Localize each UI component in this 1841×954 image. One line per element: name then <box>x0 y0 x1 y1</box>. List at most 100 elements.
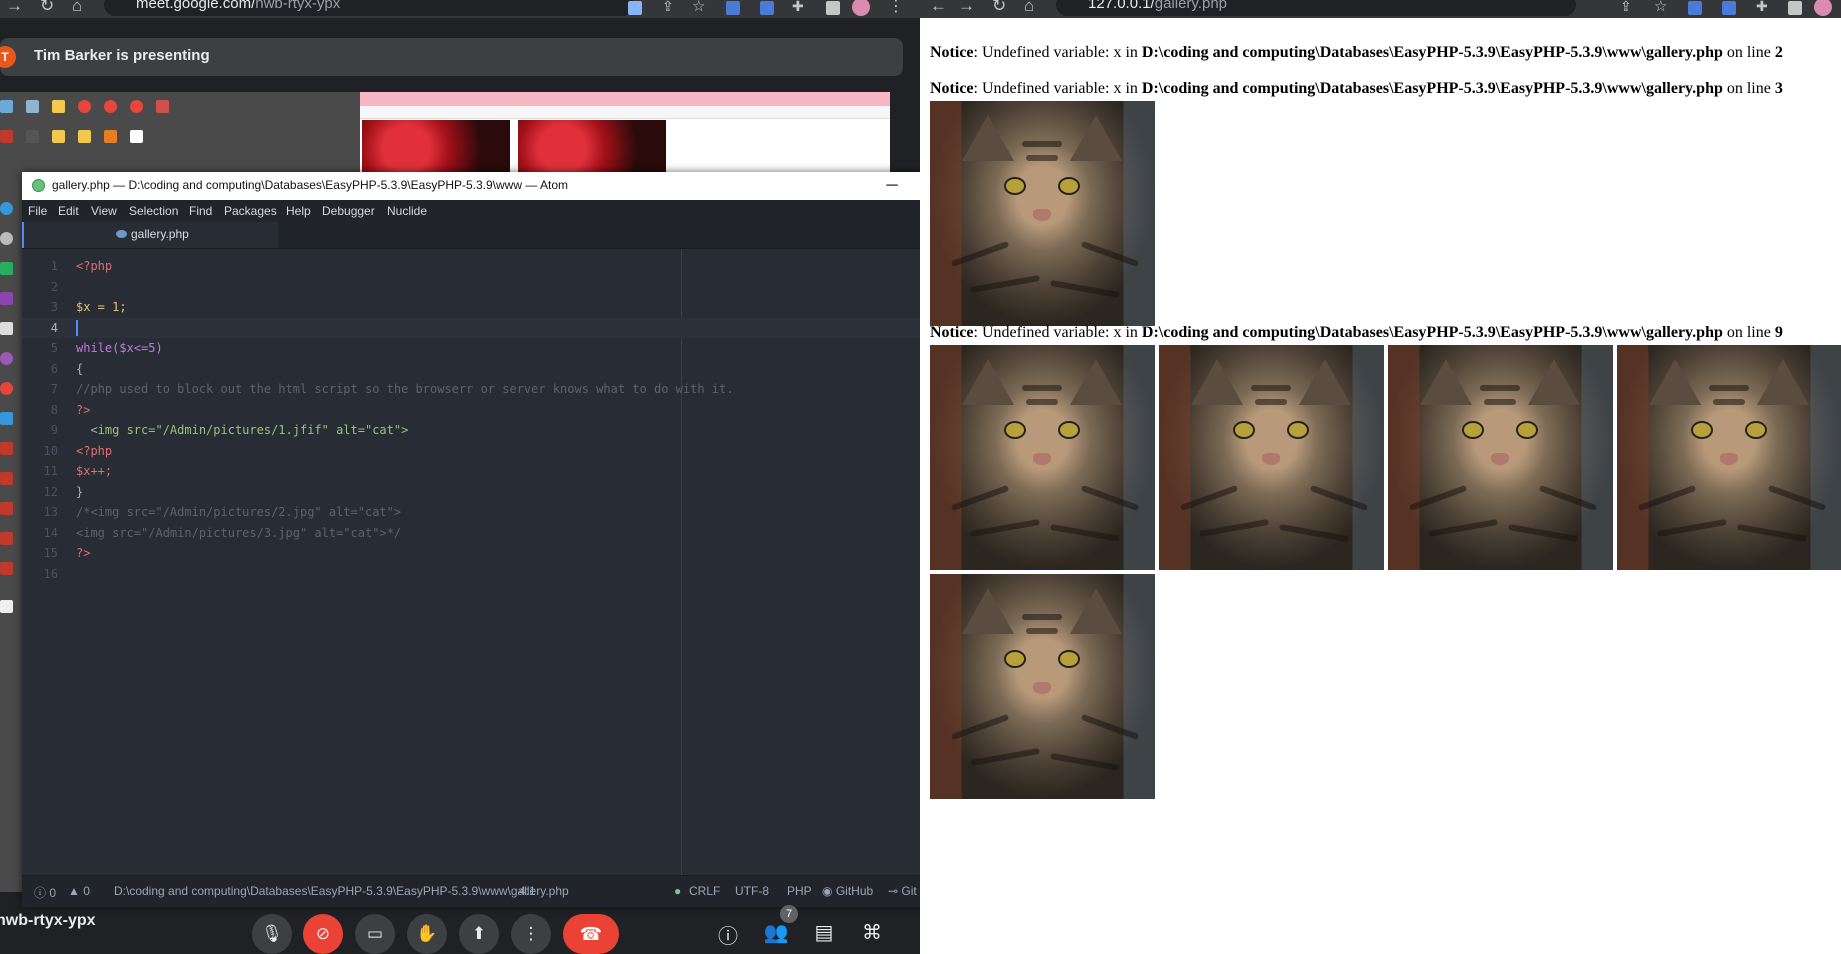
extension-icon[interactable] <box>760 1 774 15</box>
cat-ear <box>962 588 1014 634</box>
meeting-info-icon[interactable]: ⓘ <box>714 920 742 949</box>
menu-file[interactable]: File <box>28 204 47 218</box>
cat-stripe <box>1026 155 1058 161</box>
warning-count[interactable]: ▲ 0 <box>68 884 90 898</box>
notice-line: 9 <box>1774 324 1783 341</box>
error-count[interactable]: ⓘ 0 <box>34 884 56 901</box>
menu-packages[interactable]: Packages <box>224 204 277 218</box>
code-line[interactable]: 1 <?php <box>22 256 920 277</box>
mic-icon[interactable]: 🎙 <box>252 914 292 954</box>
text-cursor <box>76 319 78 336</box>
chat-icon[interactable]: ▤ <box>810 920 838 945</box>
code-line[interactable]: 11 $x++; <box>22 461 920 482</box>
cat-stripe <box>1484 399 1516 405</box>
desktop-shortcut-icon <box>0 322 13 335</box>
desktop-shortcut-icon <box>0 502 13 515</box>
menu-edit[interactable]: Edit <box>58 204 79 218</box>
puzzle-extensions-icon[interactable]: ✚ <box>792 0 806 14</box>
cat-stripe <box>1022 141 1062 147</box>
menu-debugger[interactable]: Debugger <box>322 204 375 218</box>
menu-find[interactable]: Find <box>189 204 212 218</box>
cat-stripe <box>1022 614 1062 620</box>
extension-icon[interactable] <box>726 1 740 15</box>
menu-help[interactable]: Help <box>286 204 311 218</box>
meeting-code: hwb-rtyx-ypx <box>0 912 96 929</box>
code-line[interactable]: 4 <box>22 317 920 338</box>
profile-avatar[interactable] <box>1814 0 1832 16</box>
desktop-shortcut-icon <box>0 262 13 275</box>
meet-browser-toolbar: → ↻ ⌂ meet.google.com/hwb-rtyx-ypx ⇪ ☆ ✚… <box>0 0 920 18</box>
code-line[interactable]: 3 $x = 1; <box>22 297 920 318</box>
tab-gallery-php[interactable]: gallery.php <box>22 222 278 248</box>
cursor-position[interactable]: 4:1 <box>519 884 536 898</box>
code-editor[interactable]: 1 <?php 2 3 $x = 1; 4 5 while($x<=5) 6{7//php us… <box>22 249 920 875</box>
side-panel-icon[interactable] <box>1788 1 1802 15</box>
code-line[interactable]: 10 <?php <box>22 441 920 462</box>
reload-icon[interactable]: ↻ <box>992 0 1006 16</box>
extension-icon[interactable] <box>1688 1 1702 15</box>
code-line[interactable]: 6{ <box>22 359 920 380</box>
present-screen-icon[interactable]: ⬆ <box>459 914 499 954</box>
camera-off-icon[interactable]: ⊘ <box>303 914 343 954</box>
grammar[interactable]: PHP <box>787 884 812 898</box>
line-number: 15 <box>43 546 58 560</box>
code-line[interactable]: 12} <box>22 482 920 503</box>
end-call-icon[interactable]: ☎ <box>563 914 619 954</box>
menu-selection[interactable]: Selection <box>129 204 178 218</box>
reload-icon[interactable]: ↻ <box>40 0 54 16</box>
code-line[interactable]: 14 <img src="/Admin/pictures/3.jpg" alt="… <box>22 523 920 544</box>
file-path[interactable]: D:\coding and computing\Databases\EasyPH… <box>114 884 569 898</box>
share-icon[interactable]: ⇪ <box>1620 0 1634 14</box>
cat-ear <box>962 115 1014 161</box>
git-status-dot-icon: ● <box>674 884 682 898</box>
github-button[interactable]: ◉ GitHub <box>822 884 873 898</box>
screen-share-icon[interactable] <box>628 1 642 15</box>
profile-avatar[interactable] <box>852 0 870 16</box>
line-number: 12 <box>43 484 58 499</box>
share-icon[interactable]: ⇪ <box>662 0 676 14</box>
home-icon[interactable]: ⌂ <box>1024 0 1034 16</box>
captions-icon[interactable]: ▭ <box>355 914 395 954</box>
address-bar[interactable]: 127.0.0.1/gallery.php <box>1056 0 1576 16</box>
code-text: while($x<=5) <box>76 341 163 355</box>
extension-icon[interactable] <box>1722 1 1736 15</box>
code-line[interactable]: 7 //php used to block out the html script… <box>22 379 920 400</box>
file-encoding[interactable]: UTF-8 <box>735 884 769 898</box>
bookmark-star-icon[interactable]: ☆ <box>692 0 706 15</box>
cat-ear <box>1757 359 1809 405</box>
php-notice: Notice: Undefined variable: x in D:\codi… <box>930 80 1783 98</box>
activities-icon[interactable]: ⌘ <box>858 920 886 945</box>
menu-view[interactable]: View <box>91 204 117 218</box>
desktop-shortcut-icon <box>104 130 117 143</box>
browser-menu-icon[interactable]: ⋮ <box>888 0 904 15</box>
cat-eye <box>1058 421 1080 439</box>
back-icon[interactable]: → <box>6 0 23 16</box>
shared-browser-window <box>360 92 890 172</box>
desktop-shortcut-icon <box>0 600 13 613</box>
code-line[interactable]: 13 /*<img src="/Admin/pictures/2.jpg" alt… <box>22 502 920 523</box>
git-button[interactable]: ⊸ Git (0) <box>888 884 920 898</box>
raise-hand-icon[interactable]: ✋ <box>407 914 447 954</box>
puzzle-extensions-icon[interactable]: ✚ <box>1756 0 1770 14</box>
people-icon[interactable]: 👥 <box>762 920 790 945</box>
menu-nuclide[interactable]: Nuclide <box>387 204 427 218</box>
side-panel-icon[interactable] <box>826 1 840 15</box>
code-line[interactable]: 15 ?> <box>22 543 920 564</box>
line-number: 5 <box>50 341 58 355</box>
code-line[interactable]: 2 <box>22 277 920 298</box>
git-commit-icon: ⊸ <box>888 884 899 898</box>
line-ending[interactable]: CRLF <box>689 884 720 898</box>
meet-address-bar[interactable]: meet.google.com/hwb-rtyx-ypx <box>104 0 634 16</box>
home-icon[interactable]: ⌂ <box>72 0 82 16</box>
more-options-icon[interactable]: ⋮ <box>511 914 551 954</box>
bookmark-star-icon[interactable]: ☆ <box>1654 0 1668 15</box>
chrome-icon <box>104 100 117 113</box>
code-line[interactable]: 16 <box>22 564 920 585</box>
line-number: 6 <box>50 361 58 376</box>
back-icon[interactable]: ← <box>930 0 947 16</box>
code-line[interactable]: 5 while($x<=5) <box>22 338 920 359</box>
forward-icon[interactable]: → <box>958 0 975 16</box>
minimize-icon[interactable]: ─ <box>872 174 912 198</box>
code-line[interactable]: 9 <img src="/Admin/pictures/1.jfif" alt=… <box>22 420 920 441</box>
code-line[interactable]: 8 ?> <box>22 400 920 421</box>
